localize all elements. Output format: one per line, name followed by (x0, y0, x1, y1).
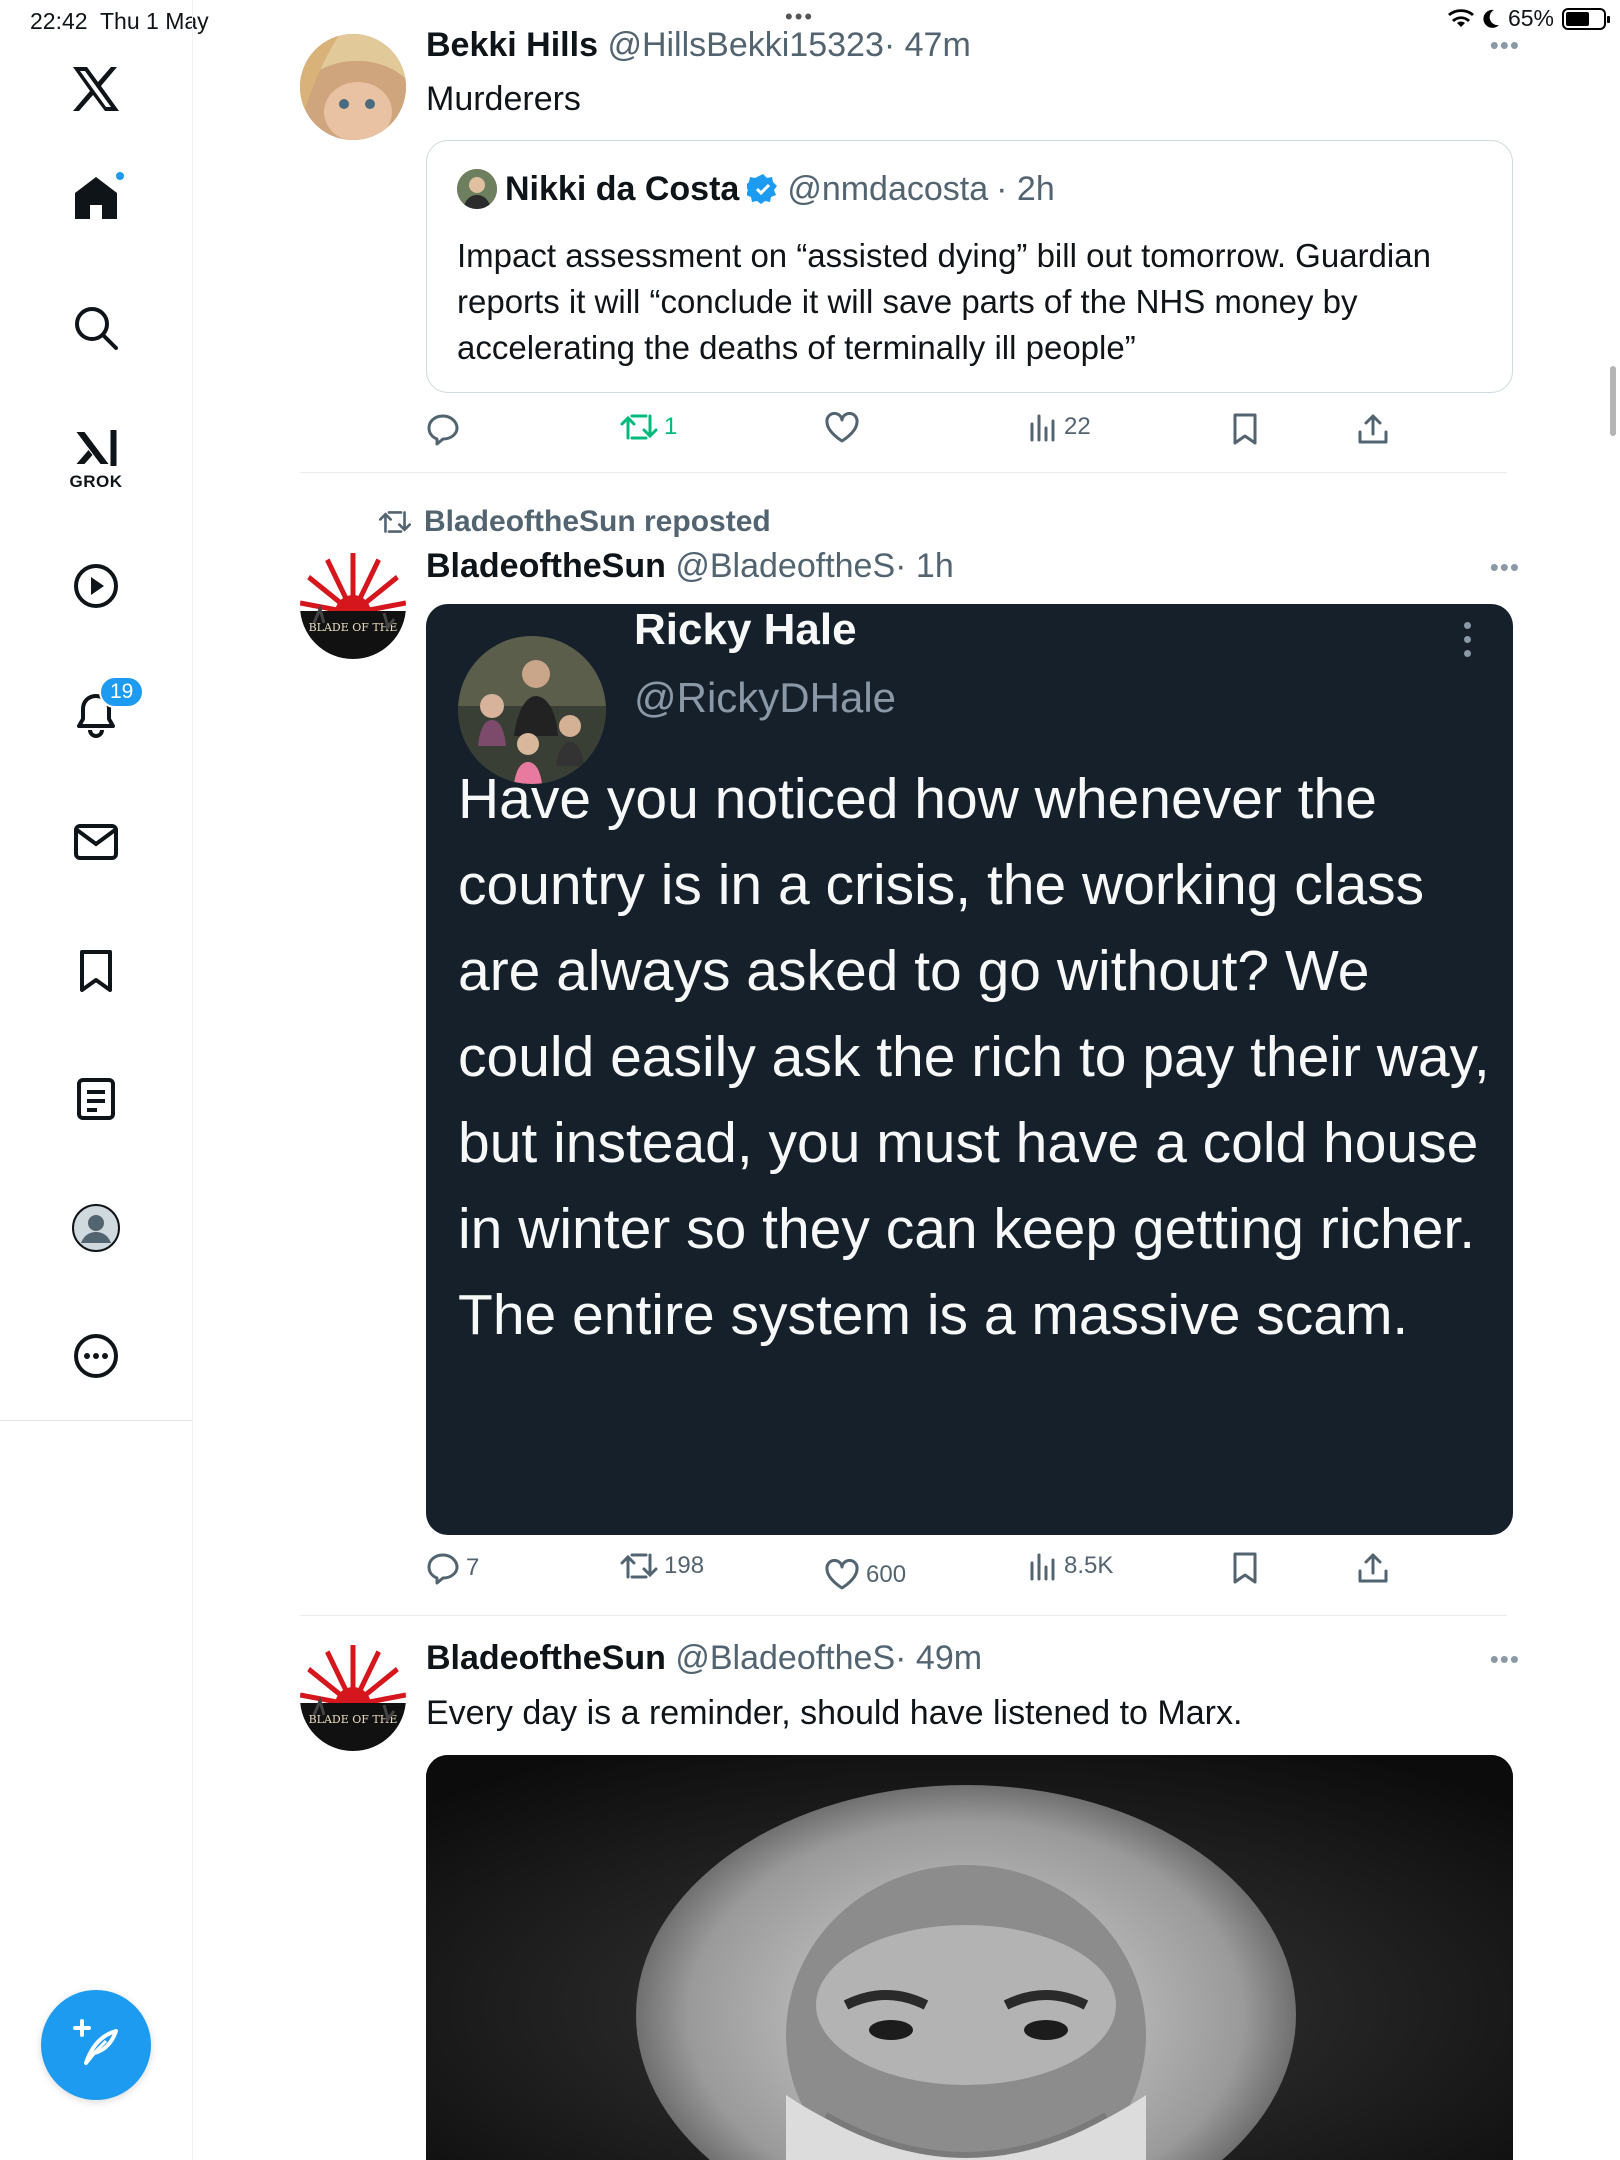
tweet-time[interactable]: · 49m (895, 1639, 982, 1677)
x-logo-icon[interactable] (71, 66, 121, 112)
home-new-dot (114, 170, 126, 182)
reply-icon (427, 1553, 459, 1585)
quote-avatar (457, 169, 497, 209)
quote-author-name: Nikki da Costa (505, 169, 740, 208)
tweet-separator (300, 472, 1507, 473)
card-author-handle: @RickyDHale (634, 674, 897, 721)
grok-label: GROK (69, 472, 123, 491)
repost-icon (620, 1553, 658, 1579)
views-button[interactable]: 8.5K (1028, 1551, 1113, 1581)
quote-time: · 2h (996, 169, 1055, 208)
bookmark-icon (1233, 1552, 1257, 1584)
tweet-actions: 7 198 600 8.5K (426, 1551, 1513, 1601)
reply-button[interactable] (426, 412, 466, 446)
author-handle[interactable]: @HillsBekki15323 (607, 26, 883, 64)
tweet-time[interactable]: · 47m (884, 26, 971, 64)
avatar[interactable]: BLADE OF THE (300, 553, 406, 659)
reposted-by-label[interactable]: BladeoftheSun reposted (424, 505, 771, 539)
timeline: Bekki Hills @HillsBekki15323· 47m ••• Mu… (193, 0, 1620, 2160)
lists-icon[interactable] (75, 1076, 117, 1122)
tweet-separator (300, 1615, 1507, 1616)
views-button[interactable]: 22 (1028, 412, 1091, 442)
author-handle[interactable]: @BladeoftheS (675, 1639, 895, 1677)
home-icon[interactable] (72, 170, 126, 222)
tweet-actions: 1 22 (426, 412, 1513, 462)
tweet-time[interactable]: · 1h (895, 547, 954, 585)
share-button[interactable] (1356, 1551, 1390, 1585)
verified-badge-icon (747, 174, 778, 204)
heart-icon (825, 1559, 859, 1590)
sidebar-divider (0, 1420, 192, 1421)
bookmark-button[interactable] (1231, 1551, 1259, 1585)
avatar-logo-text: BLADE OF THE (309, 1713, 398, 1726)
repost-icon (378, 511, 412, 533)
repost-button[interactable]: 1 (620, 412, 677, 442)
messages-icon[interactable] (73, 822, 119, 862)
notifications-icon[interactable]: 19 (73, 676, 145, 738)
avatar-logo-text: BLADE OF THE (309, 621, 398, 634)
more-options-icon[interactable]: ••• (1490, 30, 1520, 61)
heart-icon (825, 412, 859, 443)
profile-icon[interactable] (71, 1203, 121, 1253)
quoted-tweet[interactable]: Nikki da Costa @nmdacosta · 2h Impact ass… (426, 140, 1513, 393)
avatar[interactable] (300, 34, 406, 140)
like-button[interactable] (824, 412, 866, 444)
repost-button[interactable]: 198 (620, 1551, 704, 1581)
grok-icon[interactable]: GROK (70, 426, 123, 492)
views-icon (1030, 1553, 1055, 1581)
like-button[interactable]: 600 (824, 1559, 906, 1591)
more-options-icon[interactable]: ••• (1490, 1644, 1520, 1675)
compose-icon (73, 2019, 118, 2065)
sidebar: GROK 19 (0, 0, 193, 2160)
notifications-badge: 19 (99, 676, 145, 708)
reply-icon (427, 414, 459, 446)
card-text: Have you noticed how whenever the countr… (458, 767, 1490, 1347)
more-icon[interactable] (73, 1333, 119, 1379)
bookmarks-icon[interactable] (76, 948, 116, 994)
author-name[interactable]: BladeoftheSun (426, 547, 666, 585)
more-options-icon[interactable]: ••• (1490, 552, 1520, 583)
share-icon (1358, 1553, 1388, 1583)
card-menu-icon (1464, 622, 1471, 657)
author-handle[interactable]: @BladeoftheS (675, 547, 895, 585)
media-image[interactable] (426, 1755, 1513, 2160)
author-name[interactable]: Bekki Hills (426, 26, 598, 64)
card-author-name: Ricky Hale (634, 605, 857, 654)
quote-text: Impact assessment on “assisted dying” bi… (457, 237, 1431, 366)
tweet-text: Every day is a reminder, should have lis… (426, 1694, 1243, 1732)
avatar[interactable]: BLADE OF THE (300, 1645, 406, 1751)
search-icon[interactable] (73, 305, 119, 351)
author-name[interactable]: BladeoftheSun (426, 1639, 666, 1677)
reply-button[interactable]: 7 (426, 1551, 479, 1585)
bookmark-button[interactable] (1231, 412, 1259, 446)
share-button[interactable] (1356, 412, 1390, 446)
repost-icon (620, 414, 658, 440)
video-icon[interactable] (73, 563, 119, 609)
share-icon (1358, 414, 1388, 444)
bookmark-icon (1233, 413, 1257, 445)
portrait-photo (426, 1755, 1513, 2160)
views-icon (1030, 414, 1055, 442)
media-image[interactable]: Ricky Hale @RickyDHale Have you noticed … (426, 604, 1513, 1535)
compose-button[interactable] (41, 1990, 151, 2100)
tweet-text: Murderers (426, 80, 581, 118)
quote-author-handle: @nmdacosta (787, 169, 989, 208)
